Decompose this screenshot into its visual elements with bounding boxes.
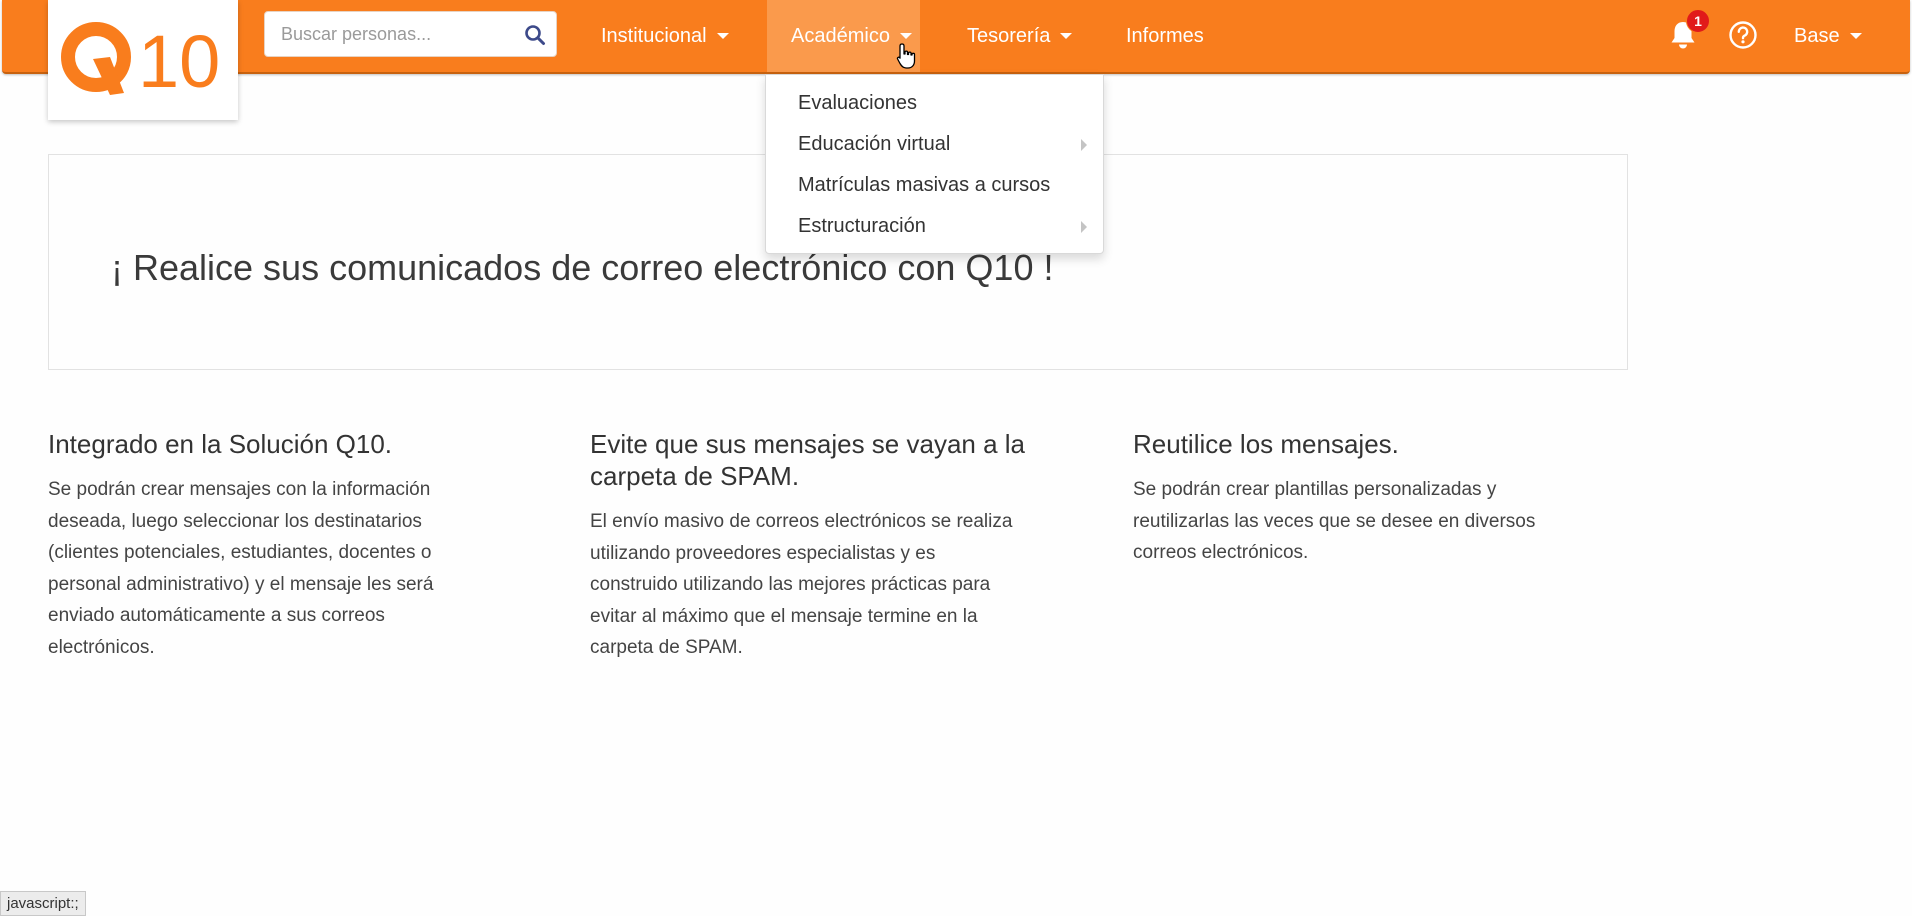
feature-line: electrónicos. xyxy=(48,636,155,658)
feature-line: Se podrán crear plantillas personalizada… xyxy=(1133,479,1497,500)
feature-line: construido utilizando las mejores prácti… xyxy=(590,574,991,595)
feature-line: personal administrativo) y el mensaje le… xyxy=(48,573,434,595)
search-input[interactable] xyxy=(265,12,505,56)
q10-logo[interactable]: 10 xyxy=(48,0,238,120)
menu-item-label: Matrículas masivas a cursos xyxy=(798,174,1051,196)
feature-line: evitar al máximo que el mensaje termine … xyxy=(590,605,978,627)
help-icon[interactable] xyxy=(1727,19,1759,51)
feature-line: correos electrónicos. xyxy=(1133,542,1309,563)
user-menu-base[interactable]: Base xyxy=(1794,0,1862,72)
user-menu-label: Base xyxy=(1794,24,1840,47)
search-icon[interactable] xyxy=(522,22,548,48)
nav-tesoreria[interactable]: Tesorería xyxy=(967,0,1073,72)
caret-down-icon xyxy=(1849,33,1862,39)
nav-academico-label: Académico xyxy=(791,24,890,47)
svg-text:10: 10 xyxy=(138,20,220,103)
menu-item-matriculas-masivas[interactable]: Matrículas masivas a cursos xyxy=(766,165,1103,206)
menu-item-label: Estructuración xyxy=(798,215,926,237)
menu-item-label: Evaluaciones xyxy=(798,92,917,114)
feature-line: reutilizarlas las veces que se desee en … xyxy=(1133,510,1536,532)
submenu-arrow-icon xyxy=(1081,221,1087,233)
nav-informes-label: Informes xyxy=(1126,24,1204,47)
feature-line: (clientes potenciales, estudiantes, doce… xyxy=(48,542,432,563)
browser-status-bar: javascript:; xyxy=(0,891,86,916)
feature-line: utilizando proveedores especialistas y e… xyxy=(590,542,936,564)
feature-line: Se podrán crear mensajes con la informac… xyxy=(48,479,431,500)
menu-item-educacion-virtual[interactable]: Educación virtual xyxy=(766,124,1103,165)
academico-dropdown-menu: Evaluaciones Educación virtual Matrícula… xyxy=(765,74,1104,254)
feature-title: Evite que sus mensajes se vayan a la car… xyxy=(590,428,1110,492)
nav-informes[interactable]: Informes xyxy=(1126,0,1204,72)
feature-integrado: Integrado en la Solución Q10. Se podrán … xyxy=(48,428,568,663)
caret-down-icon xyxy=(1060,33,1073,39)
search-box xyxy=(264,11,557,57)
feature-title: Reutilice los mensajes. xyxy=(1133,429,1399,459)
nav-institucional-label: Institucional xyxy=(601,24,707,47)
feature-text: Se podrán crear mensajes con la informac… xyxy=(48,474,568,663)
hand-cursor-icon xyxy=(896,43,916,69)
page: Institucional Académico Tesorería Inform… xyxy=(0,0,1912,916)
menu-item-estructuracion[interactable]: Estructuración xyxy=(766,206,1103,247)
status-url: javascript:; xyxy=(7,895,79,912)
caret-down-icon xyxy=(716,33,729,39)
feature-line: carpeta de SPAM. xyxy=(590,637,743,658)
nav-tesoreria-label: Tesorería xyxy=(967,24,1051,47)
menu-item-label: Educación virtual xyxy=(798,133,951,155)
feature-title-line: Evite que sus mensajes se vayan a la xyxy=(590,429,1026,459)
notification-badge: 1 xyxy=(1686,9,1710,33)
feature-line: enviado automáticamente a sus correos xyxy=(48,605,385,626)
feature-title: Integrado en la Solución Q10. xyxy=(48,429,393,459)
feature-text: El envío masivo de correos electrónicos … xyxy=(590,506,1110,664)
feature-title-line: carpeta de SPAM. xyxy=(590,461,800,491)
feature-line: El envío masivo de correos electrónicos … xyxy=(590,511,1013,532)
menu-item-evaluaciones[interactable]: Evaluaciones xyxy=(766,83,1103,124)
feature-text: Se podrán crear plantillas personalizada… xyxy=(1133,474,1653,569)
feature-spam: Evite que sus mensajes se vayan a la car… xyxy=(590,428,1110,664)
caret-down-icon xyxy=(899,33,912,39)
feature-line: deseada, luego seleccionar los destinata… xyxy=(48,510,422,532)
top-navbar: Institucional Académico Tesorería Inform… xyxy=(2,0,1910,74)
q10-logo-mark: 10 xyxy=(61,20,220,103)
nav-institucional[interactable]: Institucional xyxy=(601,0,729,72)
submenu-arrow-icon xyxy=(1081,139,1087,151)
feature-reutilice: Reutilice los mensajes. Se podrán crear … xyxy=(1133,428,1653,569)
